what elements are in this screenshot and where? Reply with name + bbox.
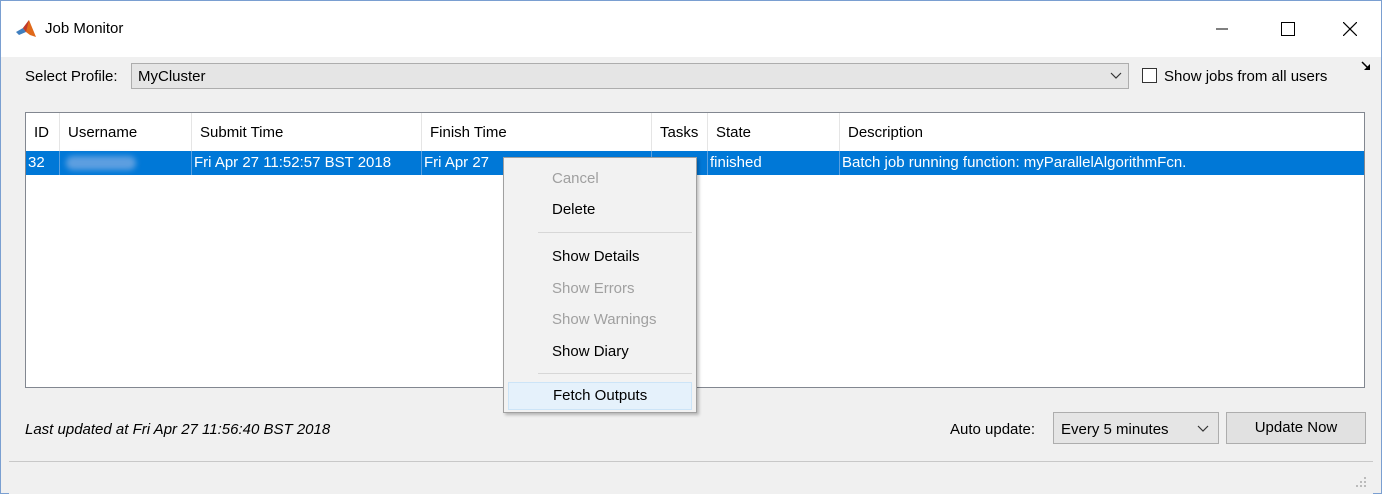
profile-dropdown[interactable]: MyCluster bbox=[131, 63, 1129, 89]
maximize-button[interactable] bbox=[1265, 1, 1311, 57]
menu-separator bbox=[538, 373, 692, 374]
menu-item-show-diary[interactable]: Show Diary bbox=[508, 338, 692, 366]
undock-arrow-icon[interactable] bbox=[1361, 61, 1371, 71]
cell-id: 32 bbox=[26, 151, 60, 175]
menu-item-show-details[interactable]: Show Details bbox=[508, 243, 692, 271]
menu-item-delete[interactable]: Delete bbox=[508, 196, 692, 224]
minimize-icon bbox=[1216, 28, 1228, 30]
minimize-button[interactable] bbox=[1199, 1, 1245, 57]
resize-grip-icon[interactable] bbox=[1355, 476, 1367, 488]
cell-description: Batch job running function: myParallelAl… bbox=[842, 154, 1187, 171]
menu-separator bbox=[538, 232, 692, 233]
menu-item-show-errors[interactable]: Show Errors bbox=[508, 275, 692, 303]
job-context-menu: Cancel Delete Show Details Show Errors S… bbox=[503, 157, 697, 413]
show-all-users-label[interactable]: Show jobs from all users bbox=[1164, 68, 1327, 85]
maximize-icon bbox=[1281, 22, 1295, 36]
menu-item-fetch-outputs[interactable]: Fetch Outputs bbox=[508, 382, 692, 410]
window-title: Job Monitor bbox=[45, 20, 124, 37]
column-header-username[interactable]: Username bbox=[60, 113, 192, 151]
column-header-submit-time[interactable]: Submit Time bbox=[192, 113, 422, 151]
menu-item-show-warnings[interactable]: Show Warnings bbox=[508, 306, 692, 334]
select-profile-label: Select Profile: bbox=[25, 68, 118, 85]
status-bar bbox=[9, 461, 1373, 494]
column-header-state[interactable]: State bbox=[708, 113, 840, 151]
cell-submit-time: Fri Apr 27 11:52:57 BST 2018 bbox=[192, 151, 422, 175]
auto-update-label: Auto update: bbox=[950, 421, 1036, 438]
auto-update-value: Every 5 minutes bbox=[1061, 421, 1169, 438]
cell-state: finished bbox=[708, 151, 840, 175]
matlab-logo-icon bbox=[16, 20, 36, 37]
column-header-id[interactable]: ID bbox=[26, 113, 60, 151]
column-header-finish-time[interactable]: Finish Time bbox=[422, 113, 652, 151]
redacted-username bbox=[66, 156, 136, 170]
menu-item-cancel[interactable]: Cancel bbox=[508, 165, 692, 193]
title-bar[interactable]: Job Monitor bbox=[1, 1, 1381, 57]
column-header-tasks[interactable]: Tasks bbox=[652, 113, 708, 151]
close-button[interactable] bbox=[1327, 1, 1373, 57]
show-all-users-checkbox[interactable] bbox=[1142, 68, 1157, 83]
job-monitor-window: Job Monitor Select Profile: MyCluster Sh… bbox=[0, 0, 1382, 494]
last-updated-text: Last updated at Fri Apr 27 11:56:40 BST … bbox=[25, 421, 331, 438]
chevron-down-icon bbox=[1197, 425, 1209, 432]
update-now-button[interactable]: Update Now bbox=[1226, 412, 1366, 444]
profile-dropdown-value: MyCluster bbox=[138, 68, 206, 85]
table-header: ID Username Submit Time Finish Time Task… bbox=[26, 113, 1364, 151]
auto-update-dropdown[interactable]: Every 5 minutes bbox=[1053, 412, 1219, 444]
chevron-down-icon bbox=[1110, 72, 1122, 79]
close-icon bbox=[1343, 22, 1357, 36]
column-header-description[interactable]: Description bbox=[840, 113, 1364, 151]
